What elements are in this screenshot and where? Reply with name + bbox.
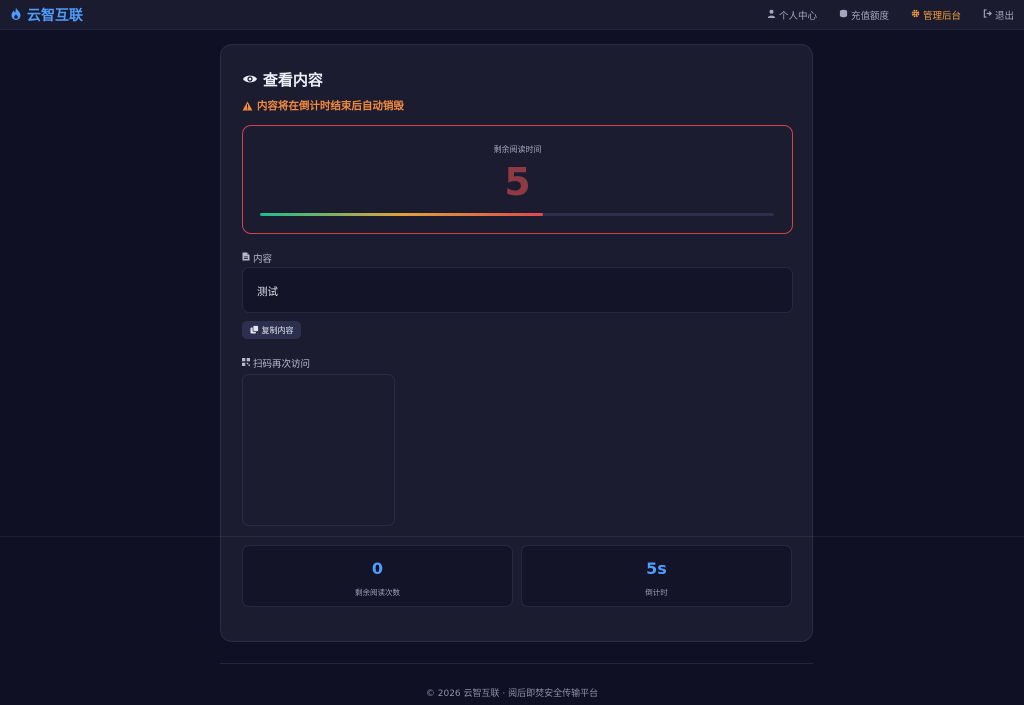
content-display: 测试: [242, 267, 793, 313]
qrcode-icon: [242, 357, 250, 369]
brand-name: 云智互联: [27, 7, 83, 24]
content-text: 测试: [257, 286, 278, 298]
file-icon: [242, 252, 250, 264]
countdown-progress-bar: [260, 213, 774, 216]
remaining-reads-label: 剩余阅读次数: [355, 588, 400, 597]
nav-item-label: 管理后台: [922, 10, 961, 22]
countdown-stat: 5s 倒计时: [521, 545, 792, 607]
qr-code-area: [242, 374, 395, 526]
nav-menu: 个人中心 充值额度 管理后台 退出: [767, 8, 1014, 22]
nav-item-label: 个人中心: [778, 10, 817, 22]
content-label-text: 内容: [253, 254, 273, 265]
countdown-stat-label: 倒计时: [645, 588, 668, 597]
nav-item-label: 充值额度: [850, 10, 889, 22]
countdown-value: 5: [504, 160, 531, 204]
brand-logo-link[interactable]: 云智互联: [10, 5, 83, 25]
view-content-card: 查看内容 内容将在倒计时结束后自动销毁 剩余阅读时间 5 内容 测试 复制内容 …: [220, 44, 813, 642]
nav-item-label: 退出: [994, 10, 1014, 22]
countdown-panel: 剩余阅读时间 5: [242, 125, 793, 234]
countdown-stat-value: 5s: [646, 559, 667, 578]
eye-icon: [242, 70, 258, 89]
nav-item-admin[interactable]: 管理后台: [911, 8, 961, 22]
destroy-warning: 内容将在倒计时结束后自动销毁: [242, 96, 404, 115]
top-navbar: 云智互联 个人中心 充值额度 管理后台 退出: [0, 0, 1024, 30]
nav-item-profile[interactable]: 个人中心: [767, 8, 817, 22]
copy-icon: [250, 324, 259, 336]
nav-item-logout[interactable]: 退出: [983, 8, 1014, 22]
footer-copyright: © 2026 云智互联 · 阅后即焚安全传输平台: [425, 689, 599, 699]
remaining-reads-stat: 0 剩余阅读次数: [242, 545, 513, 607]
warning-text: 内容将在倒计时结束后自动销毁: [257, 100, 404, 112]
page-title: 查看内容: [263, 71, 324, 89]
warning-icon: [242, 96, 253, 115]
gear-icon: [911, 9, 920, 21]
coins-icon: [839, 9, 848, 21]
countdown-progress-fill: [260, 213, 543, 216]
copy-content-button[interactable]: 复制内容: [242, 321, 301, 339]
logout-icon: [983, 8, 992, 21]
copy-button-label: 复制内容: [261, 325, 294, 335]
user-icon: [767, 9, 776, 21]
nav-item-recharge[interactable]: 充值额度: [839, 8, 889, 22]
overlay-divider: [0, 536, 1024, 537]
flame-icon: [10, 5, 22, 24]
qr-section-label: 扫码再次访问: [242, 356, 310, 370]
content-section-label: 内容: [242, 251, 272, 265]
footer-divider: [220, 663, 813, 664]
remaining-reads-value: 0: [371, 559, 384, 578]
countdown-label: 剩余阅读时间: [493, 145, 542, 154]
card-header: 查看内容: [242, 69, 323, 90]
qr-label-text: 扫码再次访问: [253, 359, 311, 370]
